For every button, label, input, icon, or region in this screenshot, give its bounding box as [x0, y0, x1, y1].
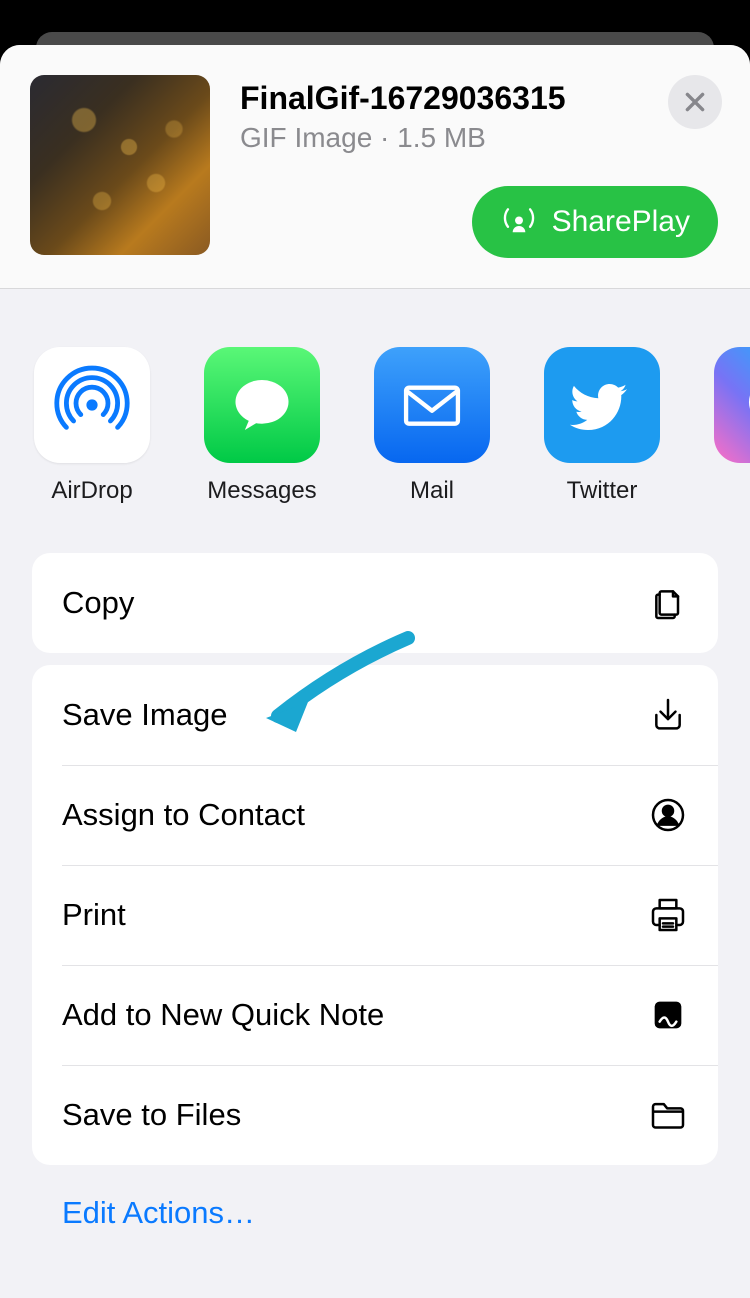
- action-label: Print: [62, 897, 126, 933]
- airdrop-icon: [34, 347, 150, 463]
- action-save-image[interactable]: Save Image: [32, 665, 718, 765]
- shareplay-button[interactable]: SharePlay: [472, 186, 718, 258]
- app-twitter[interactable]: Twitter: [544, 347, 660, 505]
- app-label: Twitter: [567, 477, 638, 505]
- file-subtitle: GIF Image · 1.5 MB: [240, 122, 722, 154]
- action-label: Copy: [62, 585, 134, 621]
- action-label: Save Image: [62, 697, 227, 733]
- action-assign-contact[interactable]: Assign to Contact: [32, 765, 718, 865]
- edit-actions-link[interactable]: Edit Actions…: [32, 1195, 718, 1231]
- messenger-icon: [714, 347, 750, 463]
- app-label: Messages: [207, 477, 316, 505]
- printer-icon: [648, 895, 688, 935]
- share-header: FinalGif-16729036315 GIF Image · 1.5 MB …: [0, 45, 750, 289]
- contact-icon: [648, 795, 688, 835]
- shareplay-icon: [500, 203, 538, 241]
- copy-icon: [648, 583, 688, 623]
- app-airdrop[interactable]: AirDrop: [34, 347, 150, 505]
- actions-section-primary: Copy: [32, 553, 718, 653]
- file-title: FinalGif-16729036315: [240, 81, 722, 116]
- action-label: Add to New Quick Note: [62, 997, 384, 1033]
- actions-section: Save Image Assign to Contact Print: [32, 665, 718, 1165]
- app-messenger[interactable]: Me: [714, 347, 750, 505]
- close-button[interactable]: [668, 75, 722, 129]
- close-icon: [682, 89, 708, 115]
- app-mail[interactable]: Mail: [374, 347, 490, 505]
- twitter-icon: [544, 347, 660, 463]
- file-meta: FinalGif-16729036315 GIF Image · 1.5 MB: [210, 75, 722, 154]
- file-thumbnail: [30, 75, 210, 255]
- messages-icon: [204, 347, 320, 463]
- share-apps-row[interactable]: AirDrop Messages Mail Twitter: [0, 289, 750, 541]
- folder-icon: [648, 1095, 688, 1135]
- action-label: Save to Files: [62, 1097, 241, 1133]
- shareplay-label: SharePlay: [552, 205, 690, 239]
- app-label: AirDrop: [51, 477, 132, 505]
- action-add-quick-note[interactable]: Add to New Quick Note: [32, 965, 718, 1065]
- mail-icon: [374, 347, 490, 463]
- action-print[interactable]: Print: [32, 865, 718, 965]
- share-sheet: FinalGif-16729036315 GIF Image · 1.5 MB …: [0, 45, 750, 1298]
- action-save-to-files[interactable]: Save to Files: [32, 1065, 718, 1165]
- app-label: Mail: [410, 477, 454, 505]
- action-label: Assign to Contact: [62, 797, 305, 833]
- action-copy[interactable]: Copy: [32, 553, 718, 653]
- app-messages[interactable]: Messages: [204, 347, 320, 505]
- quick-note-icon: [648, 995, 688, 1035]
- download-icon: [648, 695, 688, 735]
